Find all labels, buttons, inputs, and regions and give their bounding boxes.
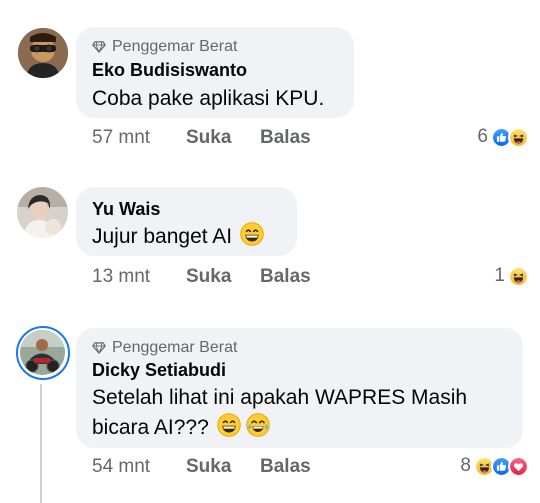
comment-time[interactable]: 57 mnt: [92, 127, 186, 149]
badge-label: Penggemar Berat: [112, 38, 238, 55]
comment-actions: 54 mnt Suka Balas: [92, 456, 311, 478]
joy-emoji: [246, 413, 270, 437]
grinning-emoji: [217, 413, 241, 437]
fan-badge: Penggemar Berat: [92, 38, 237, 56]
comment-text: bicara AI???: [92, 416, 209, 439]
gem-icon: [92, 41, 106, 53]
like-button[interactable]: Suka: [186, 266, 260, 288]
commenter-name[interactable]: Dicky Setiabudi: [92, 360, 226, 381]
comment-bubble: Penggemar Berat Dicky Setiabudi Setelah …: [76, 328, 523, 448]
reaction-summary[interactable]: 1: [494, 265, 529, 287]
like-button[interactable]: Suka: [186, 456, 260, 478]
comment-text-row: bicara AI???: [92, 412, 270, 444]
comment-text: Setelah lihat ini apakah WAPRES Masih: [92, 386, 468, 409]
comment-text: Coba pake aplikasi KPU.: [92, 87, 325, 110]
gem-icon: [92, 342, 106, 354]
reply-button[interactable]: Balas: [260, 266, 311, 288]
like-button[interactable]: Suka: [186, 127, 260, 149]
avatar[interactable]: [18, 28, 68, 78]
commenter-name[interactable]: Eko Budisiswanto: [92, 60, 247, 81]
comment-actions: 57 mnt Suka Balas: [92, 127, 311, 149]
reaction-count: 8: [460, 455, 471, 476]
comment-bubble: Penggemar Berat Eko Budisiswanto Coba pa…: [76, 27, 354, 118]
comment-text-row: Jujur banget AI: [92, 221, 264, 253]
comment-actions: 13 mnt Suka Balas: [92, 266, 311, 288]
reaction-summary[interactable]: 8: [460, 455, 529, 477]
avatar[interactable]: [16, 326, 70, 380]
reply-button[interactable]: Balas: [260, 456, 311, 478]
love-reaction-icon: [508, 455, 529, 477]
commenter-name[interactable]: Yu Wais: [92, 199, 160, 220]
grinning-emoji: [240, 222, 264, 246]
comment-time[interactable]: 13 mnt: [92, 266, 186, 288]
fan-badge: Penggemar Berat: [92, 339, 237, 357]
haha-reaction-icon: [508, 265, 529, 287]
reaction-summary[interactable]: 6: [477, 126, 529, 148]
reply-button[interactable]: Balas: [260, 127, 311, 149]
badge-label: Penggemar Berat: [112, 339, 238, 356]
reaction-count: 6: [477, 126, 488, 147]
haha-reaction-icon: [508, 126, 529, 148]
avatar[interactable]: [17, 187, 68, 238]
comment-time[interactable]: 54 mnt: [92, 456, 186, 478]
comment-bubble: Yu Wais Jujur banget AI: [76, 187, 297, 256]
comment-text: Jujur banget AI: [92, 225, 233, 248]
thread-line: [40, 384, 42, 503]
reaction-count: 1: [494, 265, 505, 286]
